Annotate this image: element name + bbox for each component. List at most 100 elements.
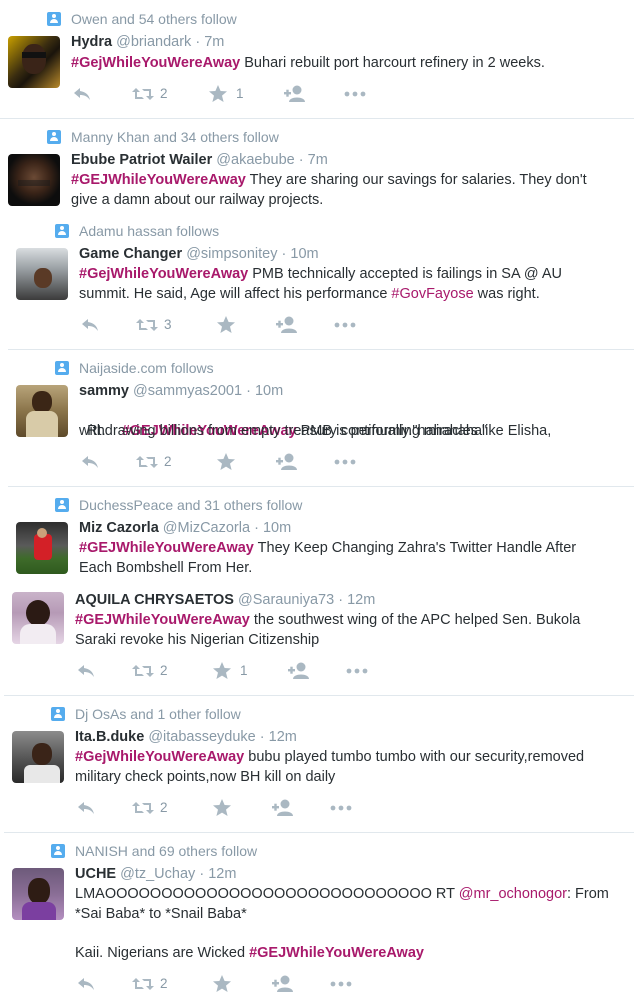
hashtag-link[interactable]: #GEJWhileYouWereAway: [71, 172, 246, 188]
avatar[interactable]: [12, 731, 64, 783]
avatar[interactable]: [8, 154, 60, 206]
social-context: Adamu hassan follows: [79, 223, 220, 239]
tweet-text-line2: withdrawing billions from empty treasury…: [79, 423, 488, 439]
reply-icon: [78, 665, 94, 677]
social-context: Owen and 54 others follow: [71, 11, 237, 27]
follow-badge-icon: [51, 844, 65, 858]
follow-user-icon: [276, 453, 297, 470]
divider: [4, 695, 634, 696]
tweet-text: #GejWhileYouWereAway Buhari rebuilt port…: [71, 53, 545, 73]
tweet-body: They Keep Changing Zahra's Twitter Handl…: [253, 540, 577, 556]
more-dots-icon: [330, 981, 352, 987]
tweet-timestamp[interactable]: 10m: [263, 520, 291, 536]
avatar[interactable]: [16, 522, 68, 574]
mention-link[interactable]: @mr_ochonogor: [459, 886, 567, 902]
author-name[interactable]: Ita.B.duke: [75, 729, 144, 745]
author-handle[interactable]: @simpsonitey: [186, 246, 277, 262]
hashtag-link[interactable]: #GovFayose: [391, 286, 473, 302]
more-dots-icon: [346, 668, 368, 674]
author-name[interactable]: Miz Cazorla: [79, 520, 159, 536]
social-context: Manny Khan and 34 others follow: [71, 129, 279, 145]
retweet-count: 2: [160, 800, 168, 815]
tweet-text-line2: Each Bombshell From Her.: [79, 560, 253, 576]
tweet-body: LMAOOOOOOOOOOOOOOOOOOOOOOOOOOOOO RT: [75, 886, 459, 902]
retweet-icon: [132, 802, 154, 814]
author-handle[interactable]: @Sarauniya73: [238, 592, 334, 608]
retweet-count: 2: [160, 663, 168, 678]
tweet-body: was right.: [473, 286, 540, 302]
tweet-timestamp[interactable]: 12m: [269, 729, 297, 745]
retweet-icon: [136, 319, 158, 331]
avatar[interactable]: [16, 248, 68, 300]
author-handle[interactable]: @tz_Uchay: [120, 866, 195, 882]
retweet-icon: [132, 88, 154, 100]
tweet-text-line2: give a damn about our railway projects.: [71, 192, 324, 208]
tweet-timestamp[interactable]: 12m: [347, 592, 375, 608]
follow-badge-icon: [55, 361, 69, 375]
hashtag-link[interactable]: #GejWhileYouWereAway: [79, 266, 248, 282]
favorite-count: 1: [240, 663, 248, 678]
retweet-count: 2: [160, 976, 168, 991]
follow-user-icon: [272, 975, 293, 992]
author-handle[interactable]: @itabasseyduke: [148, 729, 255, 745]
tweet-text-line2: *Sai Baba* to *Snail Baba*: [75, 906, 247, 922]
avatar[interactable]: [16, 385, 68, 437]
avatar[interactable]: [12, 868, 64, 920]
retweet-icon: [132, 665, 154, 677]
follow-user-icon: [288, 662, 309, 679]
retweet-count: 3: [164, 317, 172, 332]
divider: [8, 349, 634, 350]
tweet-body: summit. He said, Age will affect his per…: [79, 286, 392, 302]
tweet-timestamp[interactable]: 10m: [255, 383, 283, 399]
hashtag-link[interactable]: #GejWhileYouWereAway: [75, 749, 244, 765]
retweet-count: 2: [160, 86, 168, 101]
separator-dot: ·: [259, 729, 265, 745]
author-name[interactable]: AQUILA CHRYSAETOS: [75, 592, 234, 608]
avatar[interactable]: [12, 592, 64, 644]
separator-dot: ·: [254, 520, 259, 536]
author-handle[interactable]: @MizCazorla: [163, 520, 250, 536]
more-dots-icon: [334, 459, 356, 465]
tweet-body: Kaii. Nigerians are Wicked: [75, 945, 250, 961]
tweet-timestamp[interactable]: 7m: [204, 34, 224, 50]
tweet-timestamp[interactable]: 7m: [308, 152, 328, 168]
reply-icon: [82, 319, 98, 331]
hashtag-link[interactable]: #GEJWhileYouWereAway: [249, 945, 424, 961]
author-handle[interactable]: @briandark: [116, 34, 191, 50]
author-name[interactable]: Game Changer: [79, 246, 182, 262]
tweet-text: #GEJWhileYouWereAway They Keep Changing …: [79, 538, 576, 558]
tweet-text-line2: summit. He said, Age will affect his per…: [79, 284, 540, 304]
social-context: DuchessPeace and 31 others follow: [79, 497, 303, 513]
tweet-text: #GejWhileYouWereAway PMB technically acc…: [79, 264, 562, 284]
hashtag-link[interactable]: #GEJWhileYouWereAway: [75, 612, 250, 628]
author-handle[interactable]: @akaebube: [216, 152, 294, 168]
separator-dot: ·: [298, 152, 304, 168]
star-icon: [217, 316, 235, 333]
follow-badge-icon: [47, 12, 61, 26]
follow-badge-icon: [47, 130, 61, 144]
divider: [0, 118, 634, 119]
hashtag-link[interactable]: #GEJWhileYouWereAway: [79, 540, 254, 556]
author-handle[interactable]: @sammyas2001: [133, 383, 242, 399]
tweet-body: They are sharing our savings for salarie…: [245, 172, 587, 188]
follow-user-icon: [276, 316, 297, 333]
author-name[interactable]: Ebube Patriot Wailer: [71, 152, 212, 168]
divider: [8, 486, 634, 487]
tweet-text-line2: military check points,now BH kill on dai…: [75, 769, 336, 785]
separator-dot: ·: [338, 592, 344, 608]
separator-dot: ·: [281, 246, 287, 262]
tweet-timestamp[interactable]: 10m: [290, 246, 318, 262]
author-name[interactable]: sammy: [79, 383, 129, 399]
follow-badge-icon: [51, 707, 65, 721]
hashtag-link[interactable]: #GejWhileYouWereAway: [71, 55, 240, 71]
tweet-text: #GejWhileYouWereAway bubu played tumbo t…: [75, 747, 584, 767]
avatar[interactable]: [8, 36, 60, 88]
separator-dot: ·: [199, 866, 205, 882]
star-icon: [217, 453, 235, 470]
retweet-icon: [132, 978, 154, 990]
author-name[interactable]: Hydra: [71, 34, 112, 50]
author-name[interactable]: UCHE: [75, 866, 116, 882]
tweet-timestamp[interactable]: 12m: [208, 866, 236, 882]
tweet-text: LMAOOOOOOOOOOOOOOOOOOOOOOOOOOOOO RT @mr_…: [75, 884, 609, 904]
follow-user-icon: [284, 85, 305, 102]
